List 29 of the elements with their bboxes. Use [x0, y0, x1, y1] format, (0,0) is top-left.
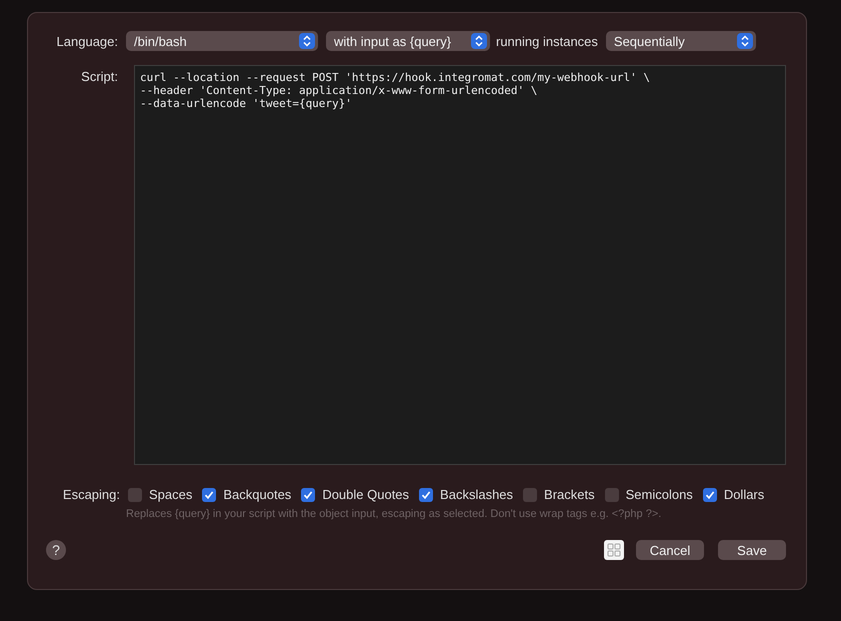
escaping-checkbox[interactable] [702, 488, 717, 502]
script-label: Script: [80, 68, 118, 84]
escaping-checkbox[interactable] [523, 488, 538, 502]
language-select[interactable]: /bin/bash [126, 31, 318, 51]
language-label: Language: [56, 34, 118, 48]
cancel-button[interactable]: Cancel [636, 540, 704, 560]
escaping-option-label: Double Quotes [322, 487, 410, 502]
escaping-option-label: Semicolons [626, 487, 693, 502]
instances-select[interactable]: Sequentially [606, 31, 756, 51]
instances-label: running instances [496, 34, 598, 48]
language-select[interactable]: with input as {query} [326, 31, 490, 51]
escaping-checkbox[interactable] [202, 488, 216, 502]
escaping-option-label: Brackets [544, 487, 595, 502]
escaping-option-label: Spaces [149, 487, 192, 502]
script-editor[interactable]: curl --location --request POST 'https://hook.integromat.com/my-webhook-url' \ --header 'Content-Type: application/x-www-form-urlencoded' \ --data-urlencode 'tweet={query}' [134, 65, 786, 465]
escaping-option-label: Dollars [724, 487, 764, 502]
stepper-icon [299, 33, 315, 49]
escaping-option-label: Backquotes [223, 487, 292, 502]
save-button[interactable]: Save [718, 540, 786, 560]
escaping-hint: Replaces {query} in your script with the object input, escaping as selected. Don't use wrap tags e.g. <?php ?>. [126, 508, 662, 520]
stepper-icon [471, 33, 487, 49]
escaping-checkbox[interactable] [128, 488, 142, 502]
help-button[interactable]: ? [46, 540, 66, 560]
escaping-checkbox[interactable] [419, 488, 434, 502]
escaping-label: Escaping: [62, 487, 120, 502]
escaping-checkbox[interactable] [604, 488, 619, 502]
stepper-icon [736, 33, 753, 49]
escaping-option-label: Backslashes [440, 487, 514, 502]
escaping-checkbox[interactable] [301, 488, 316, 502]
